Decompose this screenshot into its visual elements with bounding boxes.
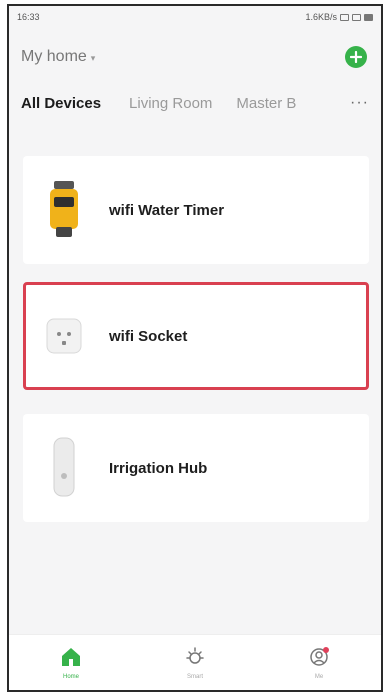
- chevron-down-icon: ▾: [90, 52, 96, 63]
- device-name: Irrigation Hub: [109, 459, 208, 477]
- signal-icon: [352, 13, 361, 21]
- network-speed: 1.6KB/s: [305, 12, 337, 22]
- home-icon: [62, 647, 80, 666]
- room-tabs: All Devices Living Room Master B ···: [9, 86, 381, 120]
- sun-icon: [186, 646, 204, 664]
- status-icons: 1.6KB/s: [305, 12, 373, 22]
- home-label: My home: [21, 48, 87, 65]
- device-card-irrigation-hub[interactable]: Irrigation Hub: [23, 414, 369, 522]
- header: My home ▾: [9, 28, 381, 86]
- add-device-button[interactable]: [345, 46, 367, 68]
- nav-me[interactable]: Me: [279, 646, 359, 680]
- socket-icon: [41, 301, 87, 371]
- hub-icon: [41, 433, 87, 503]
- more-tabs-button[interactable]: ···: [350, 94, 369, 112]
- app-frame: 16:33 1.6KB/s My home ▾ All Devices Livi…: [7, 4, 383, 692]
- status-time: 16:33: [17, 12, 40, 22]
- bottom-nav: Home Smart Me: [9, 634, 381, 690]
- nav-label: Me: [314, 673, 324, 680]
- device-name: wifi Water Timer: [109, 201, 225, 219]
- status-bar: 16:33 1.6KB/s: [9, 6, 381, 28]
- nav-home[interactable]: Home: [31, 646, 111, 680]
- nav-smart[interactable]: Smart: [155, 646, 235, 680]
- wifi-status-icon: [340, 13, 349, 21]
- device-card-socket[interactable]: wifi Socket: [23, 282, 369, 390]
- tab-all-devices[interactable]: All Devices: [21, 95, 101, 112]
- tab-master-bedroom[interactable]: Master B: [236, 95, 302, 112]
- device-name: wifi Socket: [109, 327, 188, 345]
- nav-label: Home: [62, 673, 79, 680]
- profile-icon: [310, 646, 329, 666]
- home-selector[interactable]: My home ▾: [21, 48, 95, 66]
- nav-label: Smart: [186, 673, 203, 680]
- device-card-water-timer[interactable]: wifi Water Timer: [23, 156, 369, 264]
- water-timer-icon: [41, 175, 87, 245]
- tab-living-room[interactable]: Living Room: [129, 95, 212, 112]
- plus-icon: [350, 51, 362, 63]
- battery-icon: [364, 13, 373, 21]
